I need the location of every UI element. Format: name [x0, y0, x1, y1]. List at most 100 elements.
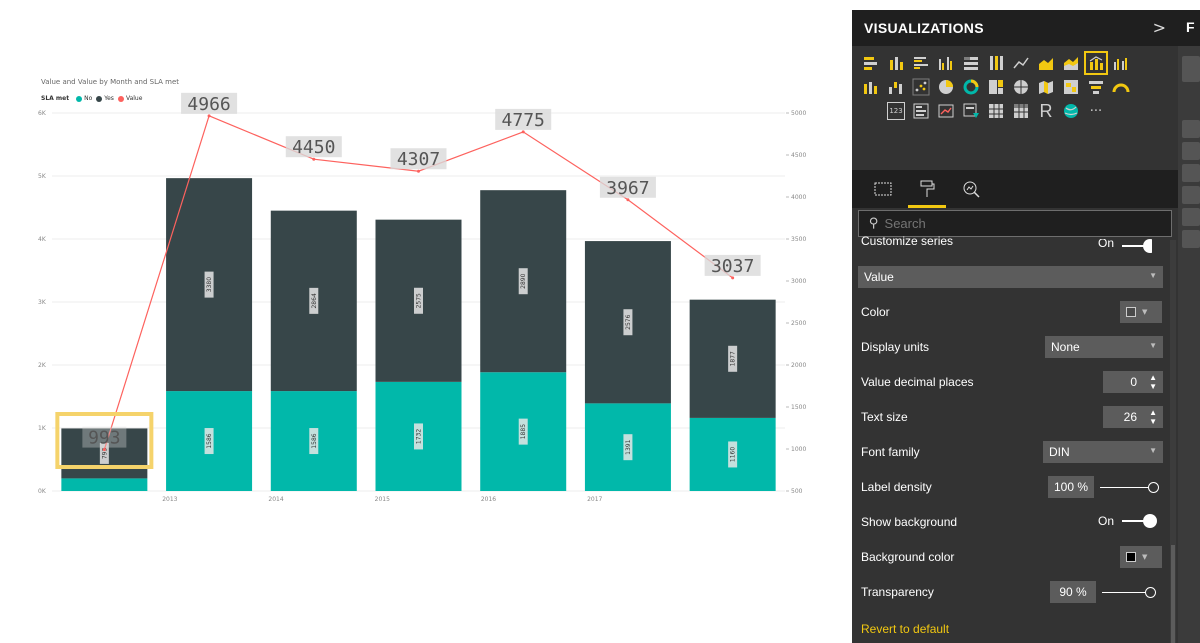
toggle-knob [1143, 514, 1158, 528]
customize-series-state: On [1098, 239, 1115, 250]
y-right-tick-label: 2000 [791, 362, 806, 369]
x-tick-label: 2017 [587, 496, 602, 503]
waterfall-chart-icon[interactable] [887, 78, 905, 96]
collapse-pane-icon[interactable]: > [1153, 18, 1166, 37]
data-label-yes: 2864 [311, 293, 318, 308]
x-tick-label: 2013 [162, 496, 177, 503]
treemap-icon[interactable] [987, 78, 1005, 96]
show-background-state: On [1098, 514, 1115, 528]
card-icon[interactable]: 123 [887, 102, 905, 120]
line-and-stacked-column-chart-icon[interactable] [1084, 51, 1108, 75]
stepper-arrows-icon[interactable]: ▲ ▼ [1149, 373, 1157, 391]
scrollbar-thumb[interactable] [1171, 545, 1175, 643]
label-density-slider[interactable]: 100 % [1048, 476, 1159, 498]
search-input[interactable] [884, 216, 1145, 231]
text-size-stepper[interactable]: 26 ▲ ▼ [1103, 406, 1163, 428]
stacked-bar-chart-icon[interactable] [862, 54, 880, 72]
transparency-input[interactable]: 90 % [1050, 581, 1096, 603]
clustered-bar-chart-icon[interactable] [912, 54, 930, 72]
format-paint-roller-icon[interactable] [908, 176, 946, 208]
data-label-value: 3967 [606, 178, 649, 199]
kpi-icon[interactable] [937, 102, 955, 120]
customize-series-toggle[interactable]: On [1098, 239, 1153, 253]
fields-pane-block [1182, 164, 1200, 182]
bar-segment-no[interactable] [61, 478, 148, 491]
line-chart-icon[interactable] [1012, 54, 1030, 72]
slider-knob[interactable] [1144, 586, 1156, 598]
table-icon[interactable] [987, 102, 1005, 120]
data-label-yes: 2576 [625, 314, 632, 329]
line-point[interactable] [417, 169, 420, 173]
arcgis-map-icon[interactable] [1062, 102, 1080, 120]
pane-scrollbar[interactable] [1170, 240, 1176, 643]
shape-map-icon[interactable] [1062, 78, 1080, 96]
chevron-down-icon: ▼ [1149, 341, 1157, 350]
fields-pane-block [1182, 186, 1200, 204]
fields-tab-icon[interactable] [870, 176, 896, 202]
stepper-arrows-icon[interactable]: ▲ ▼ [1149, 408, 1157, 426]
data-label-no: 1732 [416, 429, 423, 444]
data-label-value: 993 [88, 428, 121, 449]
decimal-places-stepper[interactable]: 0 ▲ ▼ [1103, 371, 1163, 393]
data-label-value: 4307 [397, 149, 440, 170]
gauge-icon[interactable] [1112, 78, 1130, 96]
chevron-down-icon: ▼ [1149, 446, 1157, 455]
y-right-tick-label: 3500 [791, 236, 806, 243]
r-script-visual-icon[interactable]: R [1037, 101, 1055, 121]
fields-pane-block [1182, 56, 1200, 82]
data-label-no: 1586 [206, 433, 213, 448]
fields-pane-block [1182, 208, 1200, 226]
donut-chart-icon[interactable] [962, 78, 980, 96]
font-family-dropdown[interactable]: DIN ▼ [1043, 441, 1163, 463]
matrix-icon[interactable] [1012, 102, 1030, 120]
line-point[interactable] [521, 130, 525, 134]
color-picker[interactable]: ▼ [1120, 301, 1162, 323]
series-dropdown[interactable]: Value ▼ [858, 266, 1163, 288]
transparency-slider[interactable]: 90 % [1050, 581, 1156, 603]
line-point[interactable] [731, 276, 735, 280]
line-point[interactable] [207, 114, 211, 118]
line-point[interactable] [626, 198, 630, 202]
chevron-down-icon: ▼ [1142, 308, 1148, 316]
revert-to-default-link[interactable]: Revert to default [861, 622, 949, 636]
display-units-dropdown[interactable]: None ▼ [1045, 336, 1163, 358]
search-icon: ⚲ [869, 216, 879, 231]
multi-row-card-icon[interactable] [912, 102, 930, 120]
data-label-value: 4450 [292, 137, 335, 158]
area-chart-icon[interactable] [1037, 54, 1055, 72]
pie-chart-icon[interactable] [937, 78, 955, 96]
transparency-unit: % [1076, 585, 1087, 599]
font-family-value: DIN [1049, 445, 1070, 459]
funnel-chart-icon[interactable] [1087, 78, 1105, 96]
ribbon-chart-icon[interactable] [862, 78, 880, 96]
slider-knob[interactable] [1148, 481, 1159, 493]
line-point[interactable] [102, 448, 106, 452]
data-label-yes: 2890 [520, 273, 527, 288]
line-point[interactable] [312, 157, 316, 161]
100-percent-bar-chart-icon[interactable] [962, 54, 980, 72]
y-right-tick-label: 2500 [791, 320, 806, 327]
stacked-area-chart-icon[interactable] [1062, 54, 1080, 72]
format-search-box[interactable]: ⚲ [858, 210, 1172, 237]
display-units-value: None [1051, 340, 1080, 354]
100-percent-column-chart-icon[interactable] [987, 54, 1005, 72]
show-background-toggle[interactable]: On [1098, 514, 1158, 528]
fields-pane-edge: F [1178, 10, 1200, 643]
empty-slot [1137, 54, 1155, 72]
chart-visual[interactable]: Value and Value by Month and SLA met SLA… [0, 0, 846, 643]
scatter-chart-icon[interactable] [912, 78, 930, 96]
stacked-column-chart-icon[interactable] [887, 54, 905, 72]
clustered-column-chart-icon[interactable] [937, 54, 955, 72]
map-icon[interactable] [1012, 78, 1030, 96]
line-and-clustered-column-chart-icon[interactable] [1112, 54, 1130, 72]
filled-map-icon[interactable] [1037, 78, 1055, 96]
background-color-picker[interactable]: ▼ [1120, 546, 1162, 568]
fields-pane-title[interactable]: F [1178, 10, 1200, 46]
empty-slot [1137, 78, 1155, 96]
slicer-icon[interactable] [962, 102, 980, 120]
label-density-input[interactable]: 100 % [1048, 476, 1094, 498]
analytics-magnifier-icon[interactable] [958, 176, 984, 202]
y-left-tick-label: 5K [38, 173, 47, 180]
slider-track [1102, 586, 1156, 598]
more-visuals-icon[interactable]: ··· [1087, 102, 1105, 120]
